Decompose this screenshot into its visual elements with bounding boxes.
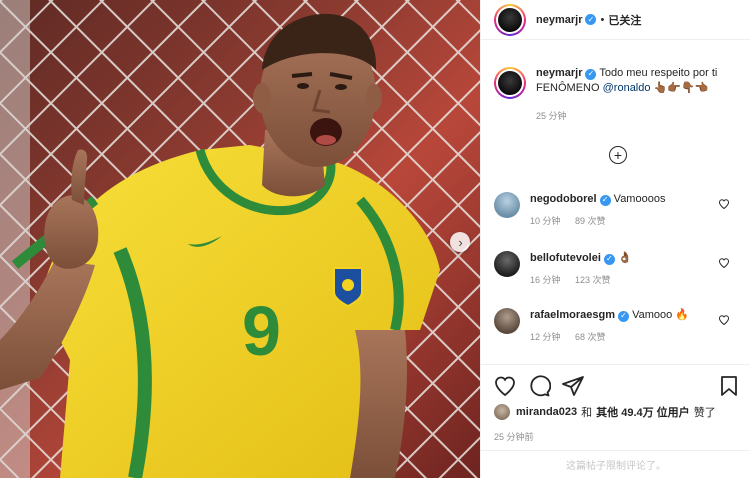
plus-circle-icon: + <box>613 146 623 163</box>
comment-text: Vamoooos <box>613 193 666 205</box>
bookmark-icon[interactable] <box>717 374 741 398</box>
comment-text: Vamooo 🔥 <box>632 309 689 321</box>
action-bar <box>481 364 750 400</box>
post-header: neymarjr ✓ • 已关注 <box>481 0 750 40</box>
likes-suffix: 赞了 <box>693 407 716 419</box>
likes-conjunction: 和 <box>581 407 593 419</box>
likes-summary: miranda023 和 其他 49.4万 位用户 赞了 <box>494 404 716 420</box>
verified-badge-icon: ✓ <box>585 14 597 25</box>
photo-illustration: 9 <box>0 0 480 478</box>
comment-username[interactable]: negodoborel <box>530 193 597 205</box>
author-avatar[interactable] <box>494 3 526 36</box>
likes-others-link[interactable]: 其他 49.4万 位用户 <box>596 404 690 420</box>
cbf-crest <box>333 267 363 308</box>
post-timestamp[interactable]: 25 分钟前 <box>494 430 534 443</box>
comment-text: 👌🏾 <box>617 252 632 264</box>
post-photo[interactable]: 9 › <box>0 0 480 478</box>
follow-separator: • <box>600 13 605 26</box>
paper-plane-icon[interactable] <box>561 374 585 398</box>
comment-item: bellofutevolei ✓ 👌🏾 16 分钟 123 次赞 <box>494 251 744 287</box>
heart-icon[interactable] <box>493 374 517 398</box>
caption-emojis: 👆🏾👉🏾👇🏾👈🏾 <box>653 82 709 94</box>
comment-item: negodoborel ✓ Vamoooos 10 分钟 89 次赞 <box>494 192 744 228</box>
comment-avatar[interactable] <box>494 251 520 277</box>
caption-avatar[interactable] <box>494 67 526 99</box>
verified-badge-icon: ✓ <box>618 310 629 322</box>
load-more-comments-button[interactable]: + <box>609 146 627 164</box>
liker-username[interactable]: miranda023 <box>516 406 577 418</box>
comment-like-count[interactable]: 89 次赞 <box>575 216 606 226</box>
heart-icon[interactable] <box>718 257 730 269</box>
post-caption: neymarjr ✓ Todo meu respeito por ti FENÔM… <box>494 66 744 124</box>
comment-like-count[interactable]: 68 次赞 <box>575 332 606 342</box>
comment-time: 10 分钟 <box>530 216 561 226</box>
comment-item: rafaelmoraesgm ✓ Vamooo 🔥 12 分钟 68 次赞 <box>494 308 744 344</box>
comment-avatar[interactable] <box>494 192 520 218</box>
comment-username[interactable]: bellofutevolei <box>530 252 601 264</box>
verified-badge-icon: ✓ <box>599 194 611 206</box>
follow-status-button[interactable]: 已关注 <box>608 12 641 28</box>
instagram-post: 9 › neymarjr ✓ • 已关注 neymarjr ✓ Todo meu… <box>0 0 750 478</box>
verified-badge-icon: ✓ <box>603 253 615 265</box>
comment-like-count[interactable]: 123 次赞 <box>575 275 611 285</box>
jersey-number: 9 <box>242 292 281 370</box>
raised-fist <box>44 195 99 269</box>
comment-time: 12 分钟 <box>530 332 561 342</box>
comment-avatar[interactable] <box>494 308 520 334</box>
caption-time: 25 分钟 <box>536 111 567 121</box>
comment-bubble-icon[interactable] <box>527 374 551 398</box>
chevron-right-icon: › <box>458 234 463 250</box>
comment-username[interactable]: rafaelmoraesgm <box>530 309 615 321</box>
caption-username[interactable]: neymarjr <box>536 67 582 79</box>
comments-disabled-notice: 这篇帖子限制评论了。 <box>481 450 750 478</box>
next-image-button[interactable]: › <box>450 232 470 252</box>
liker-avatar[interactable] <box>494 404 510 420</box>
comment-time: 16 分钟 <box>530 275 561 285</box>
heart-icon[interactable] <box>718 198 730 210</box>
verified-badge-icon: ✓ <box>585 68 597 80</box>
post-side-panel: neymarjr ✓ • 已关注 neymarjr ✓ Todo meu resp… <box>480 0 750 478</box>
caption-mention-link[interactable]: @ronaldo <box>603 82 651 94</box>
author-username[interactable]: neymarjr <box>536 14 582 26</box>
heart-icon[interactable] <box>718 314 730 326</box>
